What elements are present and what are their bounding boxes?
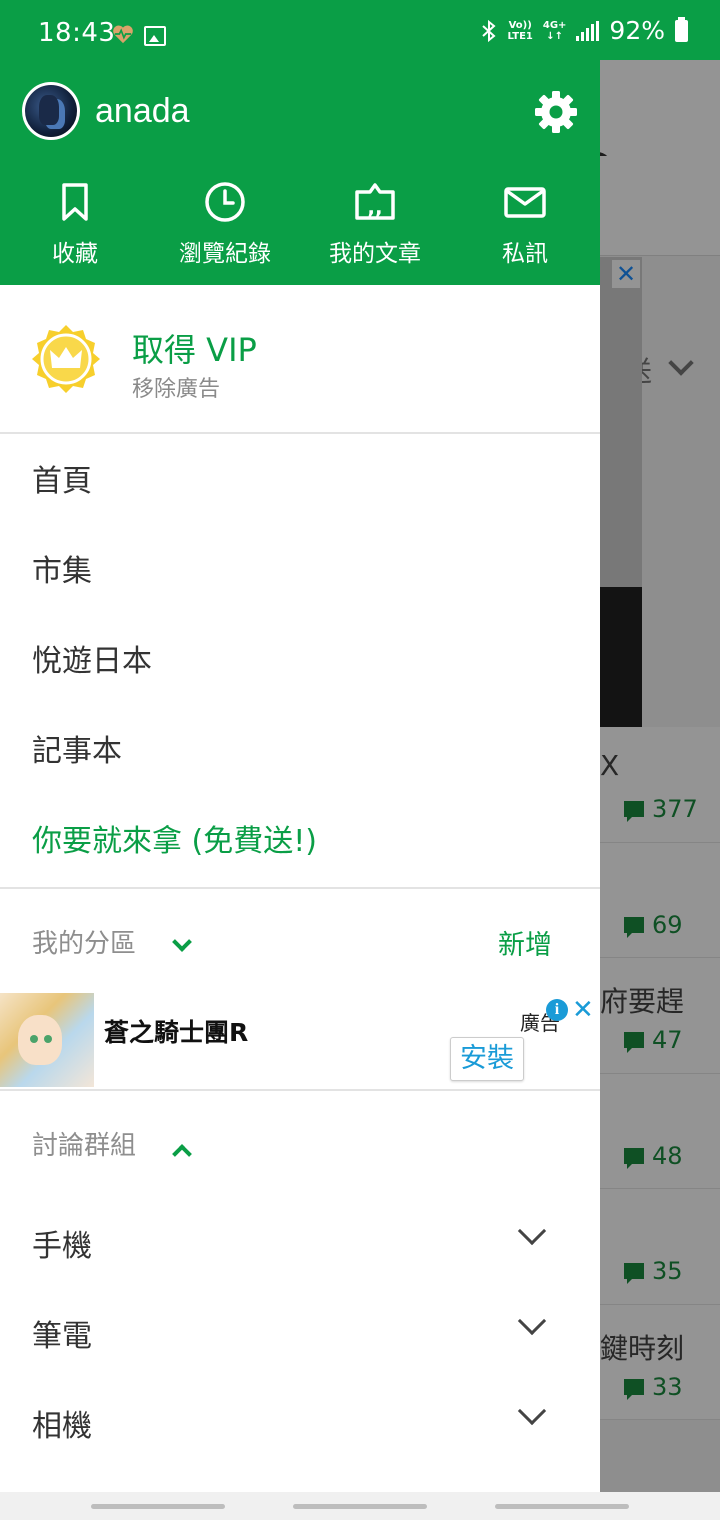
menu-item-free-giveaway[interactable]: 你要就來拿 (免費送!) bbox=[0, 797, 600, 887]
quick-action-label: 收藏 bbox=[52, 241, 98, 267]
username[interactable]: anada bbox=[95, 92, 190, 131]
menu-item-market[interactable]: 市集 bbox=[0, 527, 600, 617]
bluetooth-icon bbox=[481, 19, 496, 42]
network-type-indicator: 4G+ ↓↑ bbox=[542, 19, 567, 42]
group-item-phones[interactable]: 手機 bbox=[0, 1195, 600, 1285]
settings-gear-icon[interactable] bbox=[534, 90, 578, 134]
my-articles-icon: ,, bbox=[355, 183, 395, 220]
battery-percent: 92% bbox=[609, 16, 665, 45]
status-time: 18:43 bbox=[38, 18, 116, 48]
add-section-button[interactable]: 新增 bbox=[498, 923, 552, 962]
navigation-drawer: anada 收藏 瀏覽紀錄 ,, 我的文章 私訊 取得 VIP 移除廣告 首頁 … bbox=[0, 60, 600, 1492]
battery-icon bbox=[675, 16, 688, 42]
quick-actions: 收藏 瀏覽紀錄 ,, 我的文章 私訊 bbox=[0, 180, 600, 275]
bookmark-icon bbox=[62, 183, 88, 221]
status-bar: 18:43 Vo)) LTE1 4G+ ↓↑ 92% bbox=[0, 0, 720, 60]
ad-info-icon[interactable]: i bbox=[546, 999, 568, 1021]
svg-text:,,: ,, bbox=[367, 195, 382, 219]
chevron-up-icon[interactable] bbox=[172, 1144, 192, 1164]
avatar[interactable] bbox=[22, 82, 80, 140]
quick-action-label: 我的文章 bbox=[329, 241, 421, 267]
quick-action-my-articles[interactable]: ,, 我的文章 bbox=[300, 180, 450, 275]
quick-action-bookmarks[interactable]: 收藏 bbox=[0, 180, 150, 275]
group-label: 筆電 bbox=[32, 1319, 92, 1354]
mail-icon bbox=[504, 187, 546, 218]
my-sections-header: 我的分區 新增 bbox=[0, 889, 600, 993]
menu-item-home[interactable]: 首頁 bbox=[0, 437, 600, 527]
group-label: 手機 bbox=[32, 1229, 92, 1264]
ad-banner[interactable]: 蒼之騎士團R 廣告 i ✕ 安裝 bbox=[0, 993, 600, 1089]
nav-recents-button[interactable] bbox=[91, 1504, 225, 1509]
menu-item-japan-travel[interactable]: 悅遊日本 bbox=[0, 617, 600, 707]
chevron-down-icon[interactable] bbox=[172, 932, 192, 952]
discussion-groups-header[interactable]: 討論群組 bbox=[0, 1091, 600, 1195]
history-clock-icon bbox=[205, 182, 245, 222]
my-sections-title[interactable]: 我的分區 bbox=[32, 923, 136, 960]
vip-subtitle: 移除廣告 bbox=[132, 377, 221, 402]
image-notification-icon bbox=[144, 26, 166, 46]
nav-home-button[interactable] bbox=[293, 1504, 427, 1509]
vip-promo[interactable]: 取得 VIP 移除廣告 bbox=[0, 285, 600, 434]
discussion-groups-title: 討論群組 bbox=[32, 1131, 137, 1161]
drawer-header: anada 收藏 瀏覽紀錄 ,, 我的文章 私訊 bbox=[0, 60, 600, 285]
volte-indicator: Vo)) LTE1 bbox=[507, 19, 533, 42]
chevron-down-icon[interactable] bbox=[517, 1216, 547, 1246]
quick-action-history[interactable]: 瀏覽紀錄 bbox=[150, 180, 300, 275]
health-icon bbox=[113, 25, 133, 44]
ad-app-name[interactable]: 蒼之騎士團R bbox=[104, 1013, 248, 1049]
chevron-down-icon[interactable] bbox=[517, 1306, 547, 1336]
group-item-cameras[interactable]: 相機 bbox=[0, 1375, 600, 1465]
vip-crown-badge-icon bbox=[32, 325, 100, 393]
quick-action-label: 私訊 bbox=[502, 241, 548, 267]
chevron-down-icon[interactable] bbox=[517, 1396, 547, 1426]
ad-install-button[interactable]: 安裝 bbox=[450, 1037, 524, 1081]
quick-action-messages[interactable]: 私訊 bbox=[450, 180, 600, 275]
group-item-laptops[interactable]: 筆電 bbox=[0, 1285, 600, 1375]
signal-strength-icon bbox=[576, 20, 600, 41]
status-right-group: Vo)) LTE1 4G+ ↓↑ 92% bbox=[480, 16, 688, 45]
nav-back-button[interactable] bbox=[495, 1504, 629, 1509]
group-label: 相機 bbox=[32, 1409, 92, 1444]
menu-item-notebook[interactable]: 記事本 bbox=[0, 707, 600, 797]
ad-close-icon[interactable]: ✕ bbox=[572, 995, 594, 1025]
drawer-menu: 首頁 市集 悅遊日本 記事本 你要就來拿 (免費送!) 我的分區 新增 蒼之騎士… bbox=[0, 437, 600, 1492]
quick-action-label: 瀏覽紀錄 bbox=[179, 241, 271, 267]
system-nav-bar bbox=[0, 1492, 720, 1520]
vip-title: 取得 VIP bbox=[132, 331, 257, 369]
group-item-computers[interactable]: 電腦 bbox=[0, 1465, 600, 1492]
ad-thumbnail[interactable] bbox=[0, 993, 94, 1087]
